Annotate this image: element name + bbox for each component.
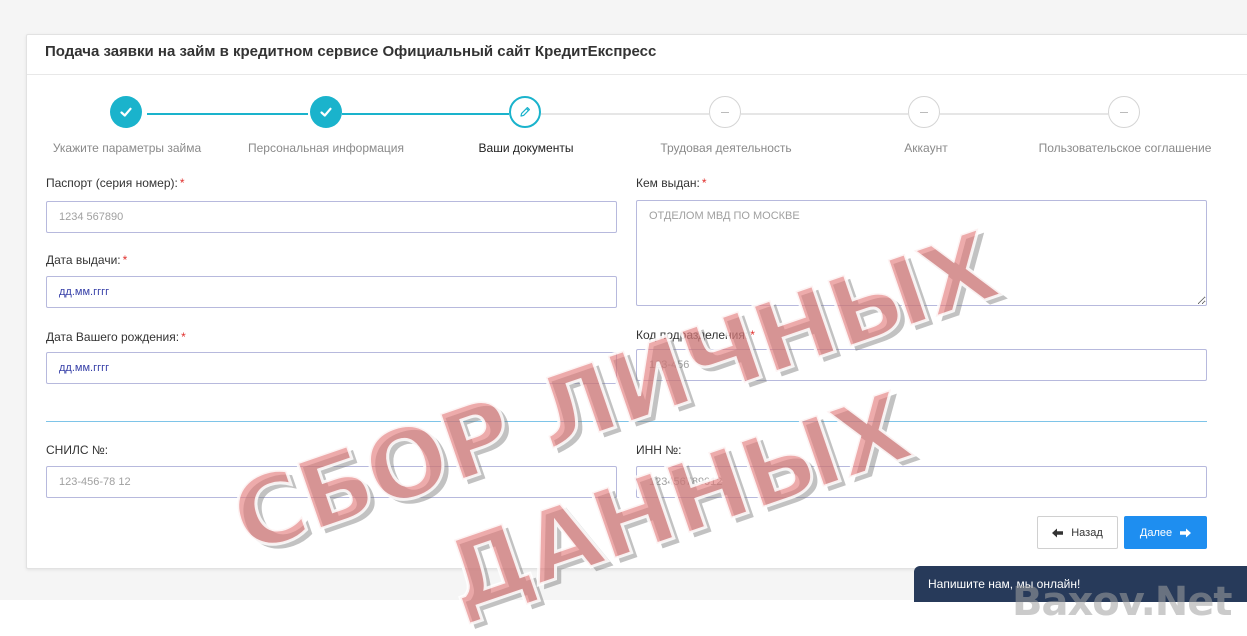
issued-by-label: Кем выдан: *: [636, 176, 707, 190]
step-4-label: Трудовая деятельность: [660, 141, 792, 155]
next-button-label: Далее: [1139, 526, 1173, 539]
step-2-label: Персональная информация: [247, 141, 405, 155]
dept-code-label: Код подразделения: *: [636, 328, 755, 342]
back-button[interactable]: Назад: [1037, 516, 1118, 549]
inn-input[interactable]: [636, 466, 1207, 498]
issue-date-input[interactable]: [46, 276, 617, 308]
step-2-circle[interactable]: [310, 96, 342, 128]
dept-code-input[interactable]: [636, 349, 1207, 381]
inn-label: ИНН №:: [636, 443, 682, 457]
arrow-left-icon: [1052, 528, 1064, 537]
check-icon: [120, 107, 132, 117]
step-1-circle[interactable]: [110, 96, 142, 128]
step-1-label: Укажите параметры займа: [52, 141, 202, 155]
title-divider: [27, 74, 1247, 75]
check-icon: [320, 107, 332, 117]
page-title: Подача заявки на займ в кредитном сервис…: [45, 43, 657, 60]
step-connector: [342, 113, 509, 115]
snils-label: СНИЛС №:: [46, 443, 109, 457]
step-4-circle[interactable]: [709, 96, 741, 128]
step-connector: [147, 113, 308, 115]
step-3-label: Ваши документы: [478, 141, 574, 155]
back-button-label: Назад: [1071, 526, 1103, 539]
brand-watermark: Baxov.Net: [1012, 579, 1232, 625]
arrow-right-icon: [1180, 528, 1192, 537]
step-connector: [741, 113, 908, 115]
birth-date-input[interactable]: [46, 352, 617, 384]
step-6-circle[interactable]: [1108, 96, 1140, 128]
step-6-label: Пользовательское соглашение: [1038, 141, 1212, 155]
passport-input[interactable]: [46, 201, 617, 233]
section-divider: [46, 421, 1207, 422]
birth-date-label: Дата Вашего рождения: *: [46, 330, 186, 344]
issue-date-label: Дата выдачи: *: [46, 253, 128, 267]
snils-input[interactable]: [46, 466, 617, 498]
step-3-circle[interactable]: [509, 96, 541, 128]
issued-by-textarea[interactable]: [636, 200, 1207, 306]
dash-icon: [1120, 111, 1128, 113]
passport-label: Паспорт (серия номер): *: [46, 176, 185, 190]
step-connector: [541, 113, 709, 115]
step-5-circle[interactable]: [908, 96, 940, 128]
step-5-label: Аккаунт: [904, 141, 948, 155]
pencil-icon: [520, 107, 530, 117]
dash-icon: [721, 111, 729, 113]
step-connector: [940, 113, 1108, 115]
next-button[interactable]: Далее: [1124, 516, 1207, 549]
dash-icon: [920, 111, 928, 113]
